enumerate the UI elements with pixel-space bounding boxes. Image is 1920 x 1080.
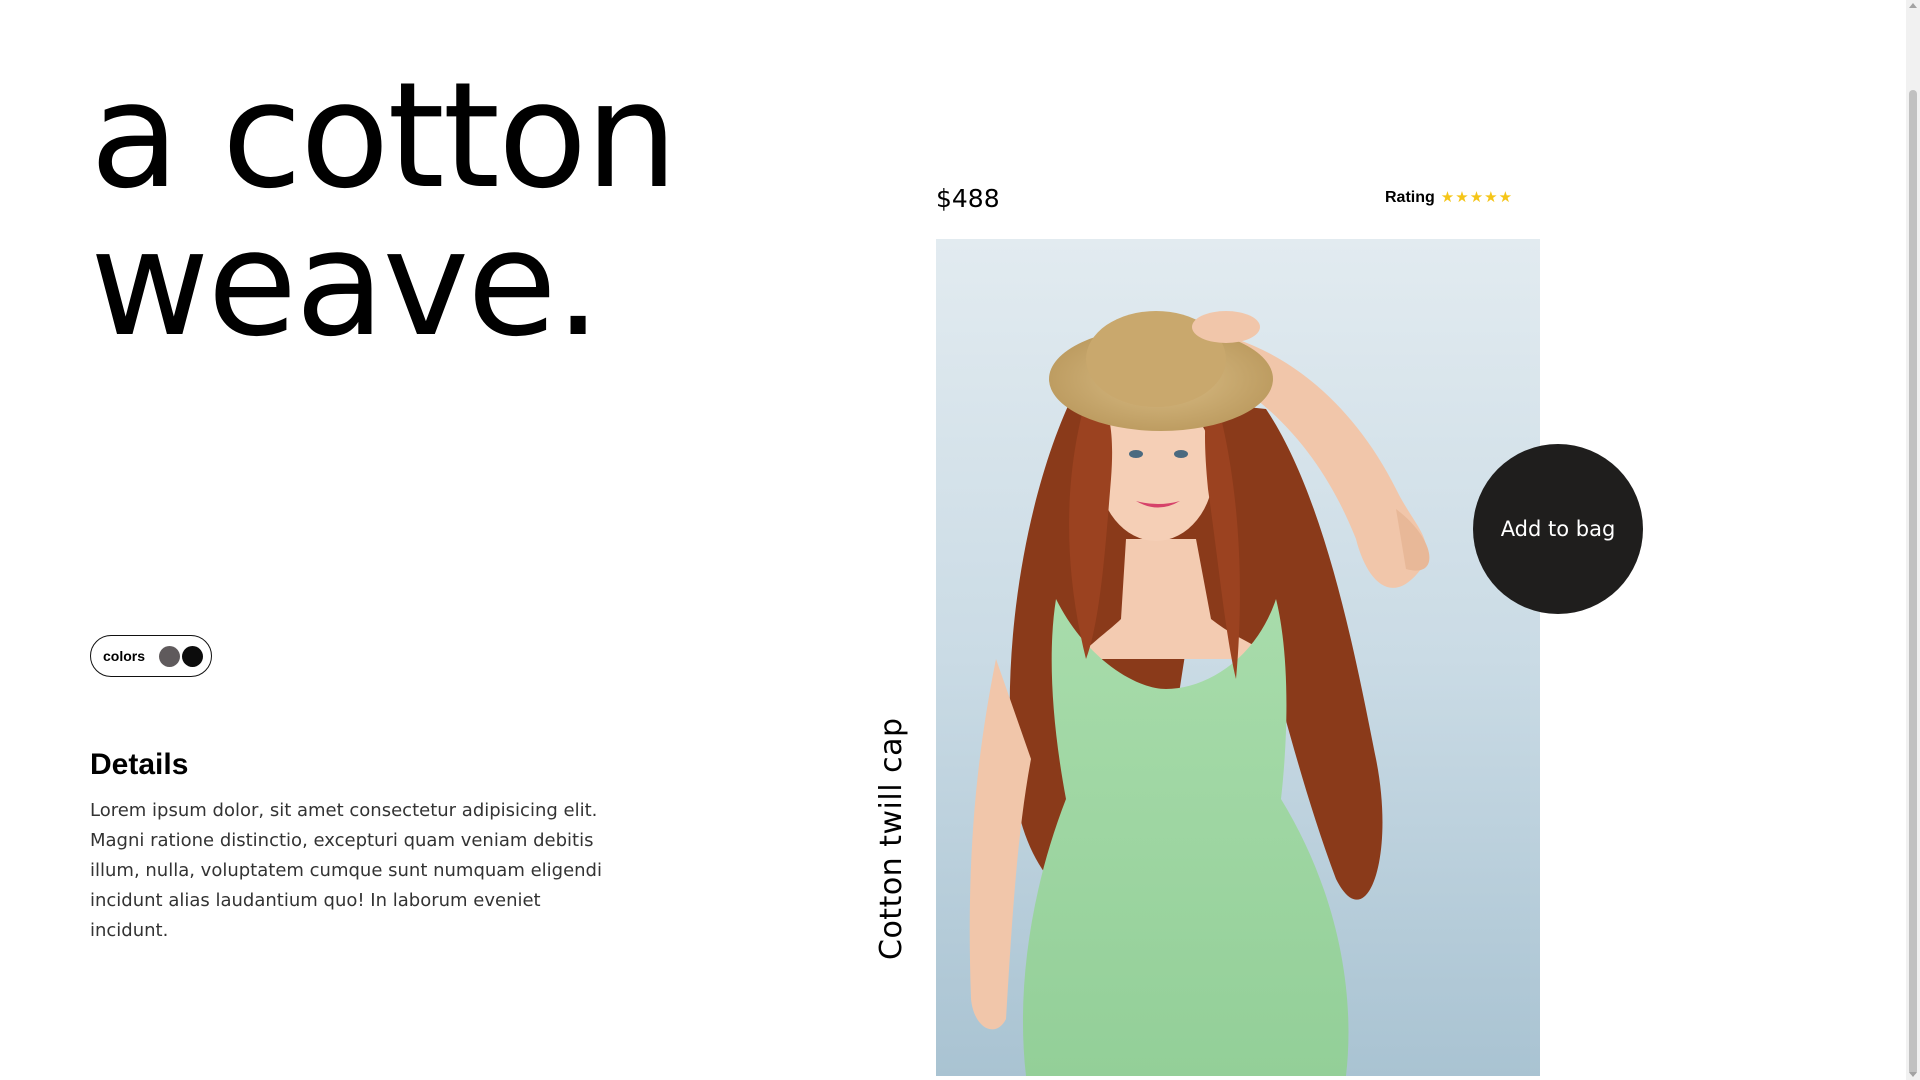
vertical-scrollbar[interactable] xyxy=(1906,0,1920,1080)
product-page: a cotton weave. colors Details Lorem ips… xyxy=(0,0,1920,1080)
color-swatch-black[interactable] xyxy=(182,645,204,667)
color-swatch-gray[interactable] xyxy=(159,645,181,667)
hero-headline: a cotton weave. xyxy=(90,51,678,369)
star-icon: ★ xyxy=(1440,189,1455,206)
star-icon: ★ xyxy=(1498,189,1513,206)
hero-line-2: weave. xyxy=(90,199,601,369)
rating-stars: ★★★★★ xyxy=(1441,189,1513,207)
product-name: Cotton twill cap xyxy=(874,717,909,961)
details-description: Lorem ipsum dolor, sit amet consectetur … xyxy=(90,800,602,941)
product-rating: Rating ★★★★★ xyxy=(1385,189,1513,207)
hero-line-1: a cotton xyxy=(90,51,678,221)
details-heading: Details xyxy=(90,748,189,781)
star-icon: ★ xyxy=(1469,189,1484,206)
product-price: $488 xyxy=(936,184,1000,213)
star-icon: ★ xyxy=(1484,189,1498,206)
model-illustration xyxy=(936,239,1540,1076)
product-photo xyxy=(936,239,1540,1076)
star-icon: ★ xyxy=(1455,189,1469,206)
colors-label: colors xyxy=(103,648,146,664)
scroll-down-arrow-icon[interactable] xyxy=(1909,1072,1917,1077)
add-to-bag-button[interactable]: Add to bag xyxy=(1473,444,1643,614)
color-selector[interactable]: colors xyxy=(90,635,212,677)
rating-label: Rating xyxy=(1385,189,1435,206)
scroll-up-arrow-icon[interactable] xyxy=(1909,3,1917,8)
scrollbar-thumb[interactable] xyxy=(1909,90,1917,1075)
